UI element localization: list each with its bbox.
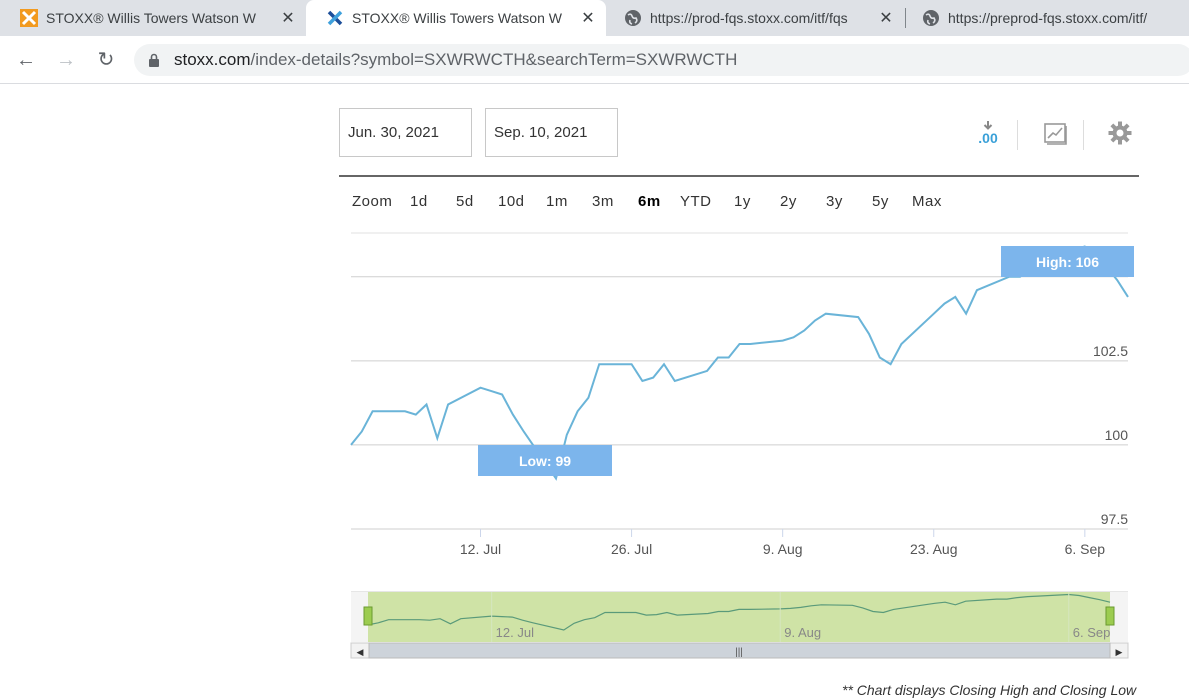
navigator-handle[interactable]	[1105, 606, 1115, 626]
price-series-line	[350, 245, 1129, 481]
x-tick-label: 23. Aug	[910, 541, 958, 557]
chart-footnote: ** Chart displays Closing High and Closi…	[842, 682, 1137, 698]
x-tick-label: 26. Jul	[611, 541, 652, 557]
x-tick-label: 6. Sep	[1065, 541, 1106, 557]
scroll-right-arrow-icon[interactable]: ▶	[1116, 648, 1123, 658]
x-tick-label: 9. Aug	[763, 541, 803, 557]
x-tick-label: 12. Jul	[460, 541, 501, 557]
price-chart: 97.5100102.5105 12. Jul26. Jul9. Aug23. …	[350, 232, 1129, 659]
y-tick-label: 102.5	[1093, 343, 1128, 359]
scroll-left-arrow-icon[interactable]: ◀	[357, 648, 364, 658]
navigator-handle[interactable]	[363, 606, 373, 626]
navigator-label: 12. Jul	[496, 625, 534, 640]
y-tick-label: 100	[1105, 427, 1129, 443]
high-flag: High: 106	[1001, 246, 1134, 277]
navigator-label: 6. Sep	[1073, 625, 1111, 640]
low-flag: Low: 99	[478, 445, 612, 476]
y-tick-label: 97.5	[1101, 511, 1128, 527]
navigator-label: 9. Aug	[784, 625, 821, 640]
scrollbar-grip-icon: |||	[735, 647, 743, 658]
